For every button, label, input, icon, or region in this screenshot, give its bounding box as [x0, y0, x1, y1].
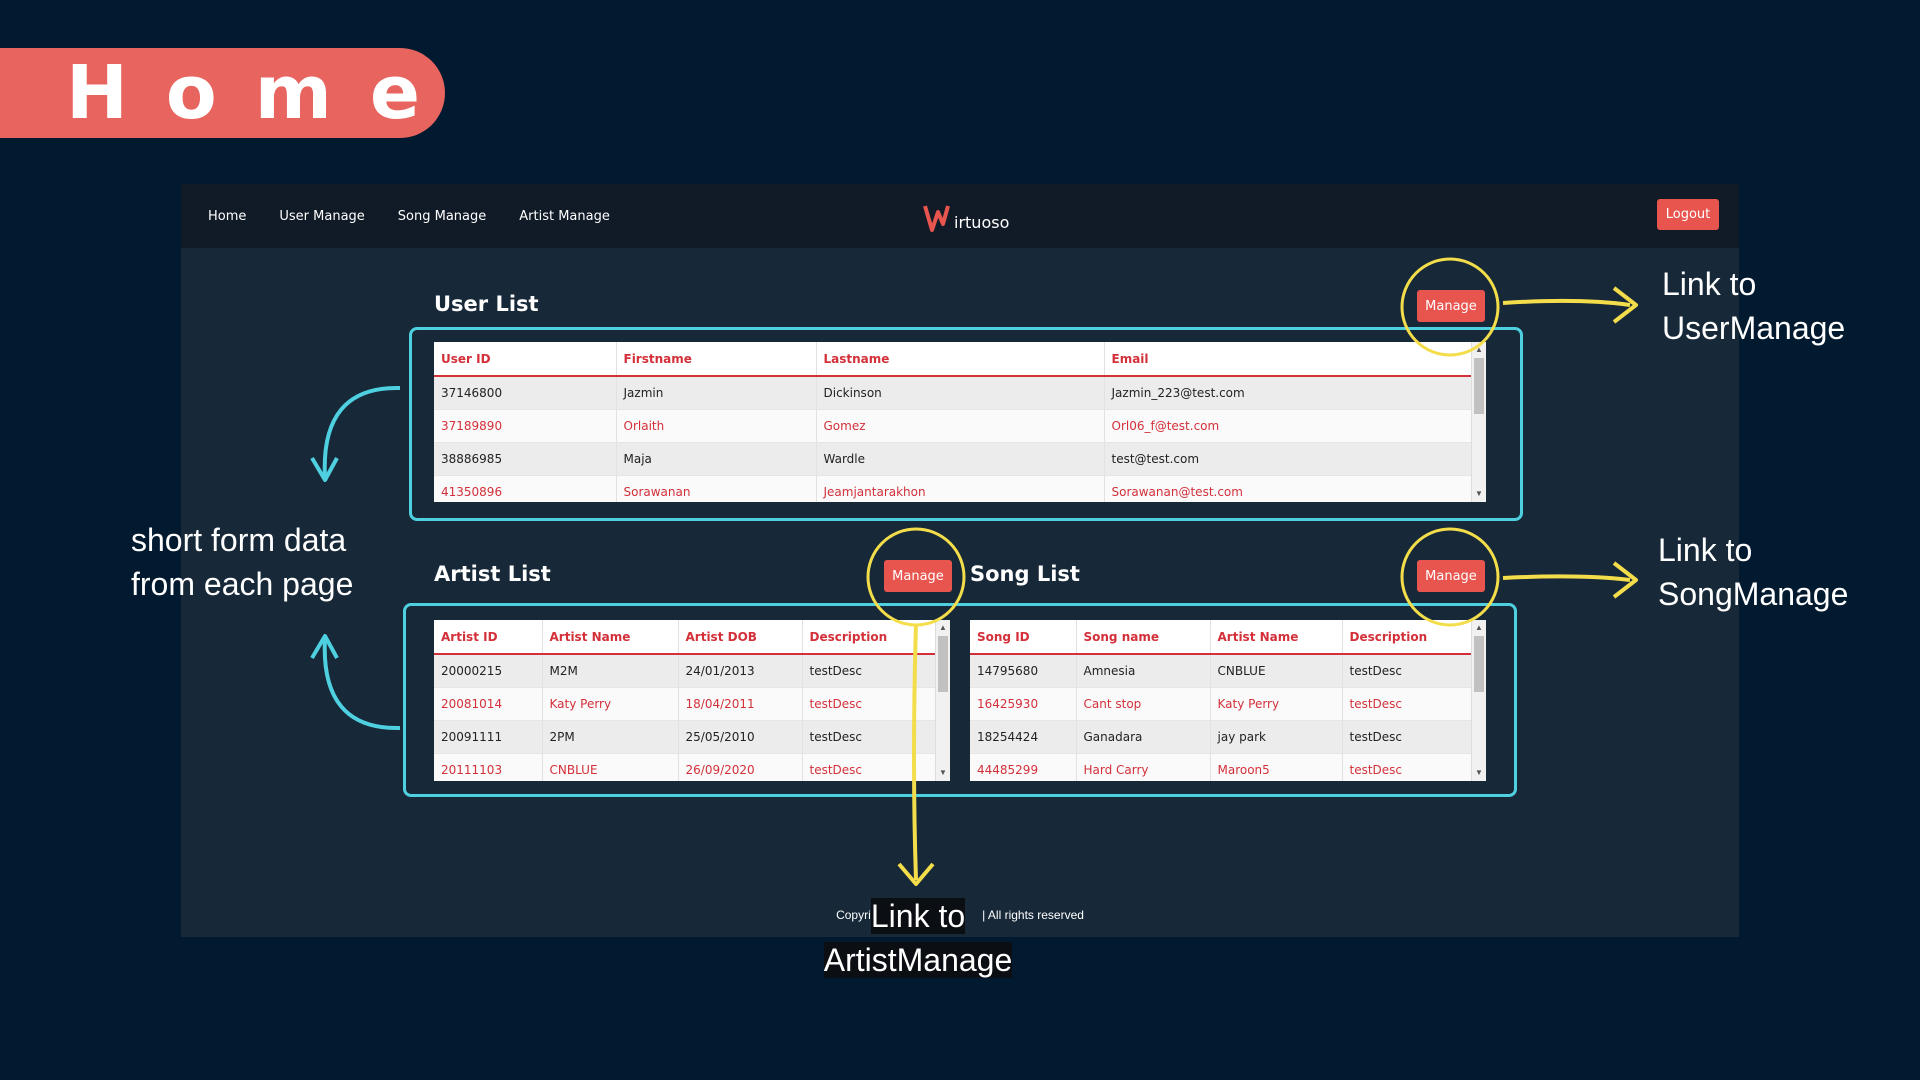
- annotation-line: Link to: [1658, 532, 1753, 568]
- annotation-line: ArtistManage: [823, 942, 1013, 978]
- artist-manage-arrow: [912, 623, 918, 881]
- annotation-short-form: short form data from each page: [131, 518, 353, 606]
- annotation-line: Link to: [870, 898, 966, 934]
- annotation-line: Link to: [1662, 266, 1757, 302]
- annotation-artist-manage: Link to ArtistManage: [823, 894, 1013, 982]
- annotation-song-manage: Link to SongManage: [1658, 528, 1848, 616]
- user-manage-arrow: [1502, 298, 1631, 307]
- annotation-line: short form data: [131, 522, 347, 558]
- annotation-line: SongManage: [1658, 576, 1849, 612]
- short-form-arrow-down: [322, 385, 401, 479]
- short-form-arrow-up: [322, 637, 401, 731]
- annotation-user-manage: Link to UserManage: [1662, 262, 1845, 350]
- annotation-line: UserManage: [1662, 310, 1846, 346]
- song-manage-highlight-circle: [1400, 527, 1500, 627]
- artist-manage-highlight-circle: [866, 527, 966, 627]
- annotation-line: from each page: [131, 566, 354, 602]
- song-manage-arrow: [1502, 574, 1631, 582]
- user-manage-highlight-circle: [1400, 257, 1500, 357]
